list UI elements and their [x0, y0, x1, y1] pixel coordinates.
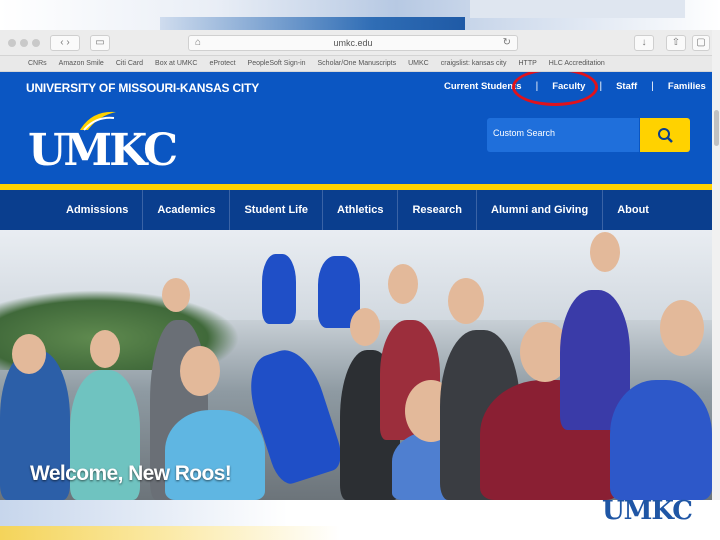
slide-footer-yellow-bar	[0, 526, 340, 540]
zoom-window-icon[interactable]	[32, 39, 40, 47]
bookmark-item[interactable]: eProtect	[209, 60, 235, 67]
crowd-person	[165, 410, 265, 500]
tabs-icon[interactable]: ▢	[692, 35, 710, 51]
slide-footer-logo: UMKC	[601, 496, 693, 526]
webpage: UNIVERSITY OF MISSOURI-KANSAS CITY Curre…	[0, 72, 712, 500]
nav-student-life[interactable]: Student Life	[230, 190, 324, 230]
current-students-link[interactable]: Current Students	[444, 81, 522, 92]
download-icon[interactable]: ↓	[634, 35, 654, 51]
scrollbar-thumb[interactable]	[714, 110, 719, 146]
url-text: umkc.edu	[333, 38, 373, 48]
slide: ‹ › ▭ ⌂ umkc.edu ↻ ↓ ⇧ ▢ CNRs Amazon Smi…	[0, 0, 720, 540]
browser-window: ‹ › ▭ ⌂ umkc.edu ↻ ↓ ⇧ ▢ CNRs Amazon Smi…	[0, 30, 712, 500]
hero-caption: Welcome, New Roos!	[30, 462, 232, 485]
crowd-head	[448, 278, 484, 324]
reload-icon[interactable]: ↻	[503, 36, 511, 50]
university-name-link[interactable]: UNIVERSITY OF MISSOURI-KANSAS CITY	[26, 81, 259, 95]
bookmark-item[interactable]: CNRs	[28, 60, 47, 67]
faculty-highlight-circle	[512, 72, 598, 106]
site-header: UNIVERSITY OF MISSOURI-KANSAS CITY Curre…	[0, 72, 712, 186]
bookmark-item[interactable]: Amazon Smile	[59, 60, 104, 67]
crowd-head	[180, 346, 220, 396]
bookmark-item[interactable]: Box at UMKC	[155, 60, 197, 67]
crowd-head	[660, 300, 704, 356]
crowd-head	[12, 334, 46, 374]
slide-header-band	[470, 0, 685, 18]
main-nav: Admissions Academics Student Life Athlet…	[0, 190, 712, 230]
crowd-person	[610, 380, 712, 500]
share-icon[interactable]: ⇧	[666, 35, 686, 51]
nav-admissions[interactable]: Admissions	[52, 190, 144, 230]
bookmark-item[interactable]: UMKC	[408, 60, 429, 67]
bookmark-item[interactable]: PeopleSoft Sign-in	[248, 60, 306, 67]
close-window-icon[interactable]	[8, 39, 16, 47]
bookmark-item[interactable]: Citi Card	[116, 60, 143, 67]
nav-alumni-giving[interactable]: Alumni and Giving	[477, 190, 604, 230]
nav-research[interactable]: Research	[398, 190, 478, 230]
crowd-head	[388, 264, 418, 304]
crowd-head	[162, 278, 190, 312]
bookmarks-bar: CNRs Amazon Smile Citi Card Box at UMKC …	[0, 56, 712, 72]
address-bar[interactable]: ⌂ umkc.edu ↻	[188, 35, 518, 51]
nav-athletics[interactable]: Athletics	[323, 190, 399, 230]
hero-photo: Welcome, New Roos!	[0, 230, 712, 500]
search-button[interactable]	[640, 118, 690, 152]
foam-finger-icon	[262, 254, 296, 324]
crowd-head	[590, 232, 620, 272]
search-input[interactable]: Custom Search	[487, 118, 639, 152]
bookmark-item[interactable]: Scholar/One Manuscripts	[318, 60, 397, 67]
nav-academics[interactable]: Academics	[143, 190, 231, 230]
scrollbar[interactable]	[712, 30, 720, 500]
staff-link[interactable]: Staff	[616, 81, 637, 92]
slide-header-blue-bar	[160, 17, 465, 30]
umkc-logo[interactable]: UMKC	[28, 127, 178, 175]
families-link[interactable]: Families	[668, 81, 706, 92]
back-forward-buttons[interactable]: ‹ ›	[50, 35, 80, 51]
nav-about[interactable]: About	[603, 190, 663, 230]
crowd-head	[350, 308, 380, 346]
bookmark-item[interactable]: HTTP	[518, 60, 536, 67]
search-icon	[658, 128, 673, 143]
minimize-window-icon[interactable]	[20, 39, 28, 47]
lock-icon: ⌂	[195, 37, 202, 48]
browser-toolbar: ‹ › ▭ ⌂ umkc.edu ↻ ↓ ⇧ ▢	[0, 30, 712, 56]
bookmark-item[interactable]: craigslist: kansas city	[441, 60, 507, 67]
bookmark-item[interactable]: HLC Accreditation	[549, 60, 605, 67]
sidebar-icon[interactable]: ▭	[90, 35, 110, 51]
crowd-head	[90, 330, 120, 368]
